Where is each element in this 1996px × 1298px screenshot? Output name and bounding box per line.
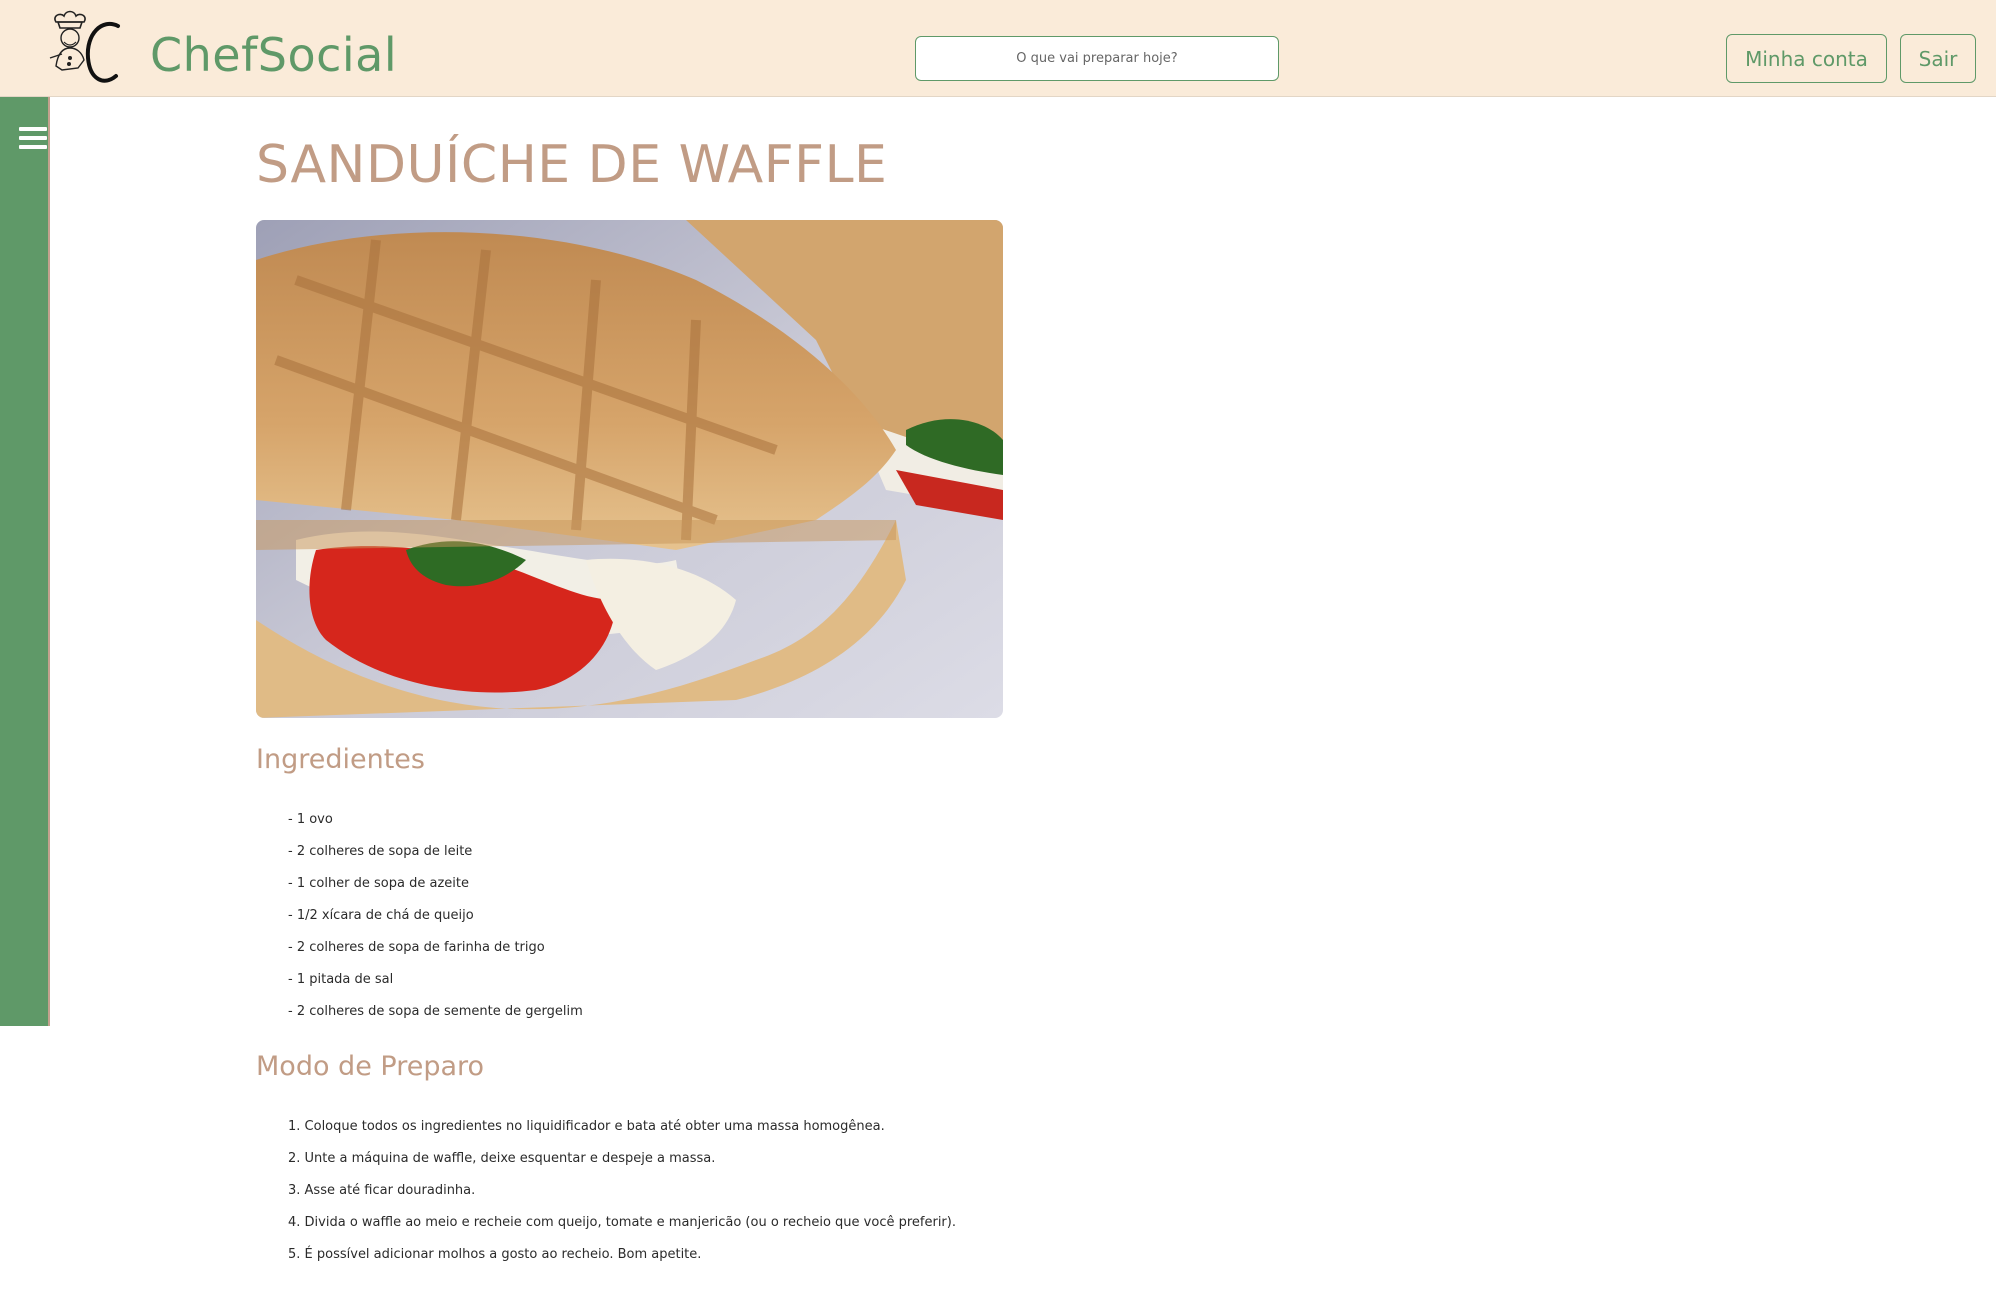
logout-button[interactable]: Sair [1900, 34, 1976, 83]
ingredient-item: - 1 colher de sopa de azeite [288, 876, 469, 891]
ingredients-heading: Ingredientes [256, 744, 425, 775]
ingredient-item: - 1 ovo [288, 812, 333, 827]
method-list: 1. Coloque todos os ingredientes no liqu… [288, 1119, 956, 1279]
method-heading: Modo de Preparo [256, 1051, 485, 1082]
method-step: 3. Asse até ficar douradinha. [288, 1183, 476, 1198]
ingredient-item: - 1/2 xícara de chá de queijo [288, 908, 474, 923]
ingredient-item: - 2 colheres de sopa de leite [288, 844, 473, 859]
menu-bar [19, 145, 47, 149]
my-account-button[interactable]: Minha conta [1726, 34, 1887, 83]
chef-logo-icon[interactable] [42, 8, 128, 88]
sidebar [0, 97, 50, 1026]
ingredient-item: - 2 colheres de sopa de farinha de trigo [288, 940, 545, 955]
menu-bar [19, 127, 47, 131]
method-step: 2. Unte a máquina de waffle, deixe esque… [288, 1151, 716, 1166]
method-step: 4. Divida o waffle ao meio e recheie com… [288, 1215, 956, 1230]
brand-name[interactable]: ChefSocial [150, 28, 397, 82]
hamburger-menu-icon[interactable] [19, 127, 47, 149]
ingredients-list: - 1 ovo - 2 colheres de sopa de leite - … [288, 812, 583, 1036]
search-input[interactable] [915, 36, 1279, 81]
recipe-photo [256, 220, 1003, 718]
ingredient-item: - 1 pitada de sal [288, 972, 394, 987]
method-step: 1. Coloque todos os ingredientes no liqu… [288, 1119, 885, 1134]
method-step: 5. É possível adicionar molhos a gosto a… [288, 1247, 702, 1262]
menu-bar [19, 136, 47, 140]
ingredient-item: - 2 colheres de sopa de semente de gerge… [288, 1004, 583, 1019]
top-navbar: ChefSocial Minha conta Sair [0, 0, 1996, 97]
recipe-title: SANDUÍCHE DE WAFFLE [256, 135, 888, 195]
